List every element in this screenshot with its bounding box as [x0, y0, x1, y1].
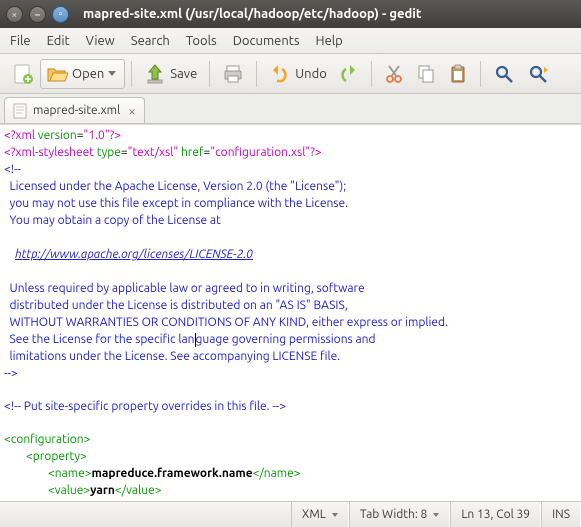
- tab-filename: mapred-site.xml: [33, 104, 120, 117]
- statusbar: XML Tab Width: 8 Ln 13, Col 39 INS: [0, 501, 581, 527]
- text-editor[interactable]: <?xml version="1.0"?> <?xml-stylesheet t…: [0, 124, 581, 501]
- toolbar-separator: [209, 61, 210, 87]
- scissors-icon: [384, 63, 404, 85]
- window-minimize-button[interactable]: –: [29, 6, 46, 23]
- undo-label: Undo: [295, 67, 327, 81]
- save-button[interactable]: Save: [138, 59, 203, 89]
- chevron-down-icon: [332, 513, 338, 517]
- menu-documents[interactable]: Documents: [225, 31, 308, 51]
- document-tab-strip: mapred-site.xml ×: [0, 94, 581, 124]
- copy-button[interactable]: [410, 59, 442, 89]
- status-insert-mode[interactable]: INS: [541, 502, 581, 527]
- menubar: File Edit View Search Tools Documents He…: [0, 28, 581, 54]
- menu-help[interactable]: Help: [308, 31, 351, 51]
- window-title: mapred-site.xml (/usr/local/hadoop/etc/h…: [83, 7, 421, 21]
- toolbar-separator: [256, 61, 257, 87]
- menu-edit[interactable]: Edit: [39, 31, 78, 51]
- find-replace-icon: [527, 63, 551, 85]
- redo-button[interactable]: [333, 59, 365, 89]
- status-tabwidth[interactable]: Tab Width: 8: [349, 502, 450, 527]
- cut-button[interactable]: [378, 59, 410, 89]
- undo-button[interactable]: Undo: [263, 59, 333, 89]
- status-cursor-position: Ln 13, Col 39: [450, 502, 541, 527]
- paste-icon: [448, 63, 468, 85]
- toolbar-separator: [480, 61, 481, 87]
- folder-open-icon: [46, 63, 68, 85]
- toolbar-separator: [371, 61, 372, 87]
- save-icon: [144, 63, 166, 85]
- menu-file[interactable]: File: [2, 31, 39, 51]
- window-close-button[interactable]: ×: [6, 6, 23, 23]
- save-label: Save: [170, 67, 197, 81]
- print-button[interactable]: [216, 59, 250, 89]
- toolbar-separator: [131, 61, 132, 87]
- chevron-down-icon: [433, 513, 439, 517]
- open-label: Open: [72, 67, 104, 81]
- tab-close-icon[interactable]: ×: [128, 103, 136, 119]
- status-language[interactable]: XML: [291, 502, 349, 527]
- open-button[interactable]: Open: [40, 59, 125, 89]
- find-button[interactable]: [487, 59, 521, 89]
- open-dropdown-icon[interactable]: [108, 71, 116, 76]
- new-doc-button[interactable]: [6, 59, 40, 89]
- menu-view[interactable]: View: [78, 31, 123, 51]
- file-icon: [13, 103, 27, 119]
- document-tab[interactable]: mapred-site.xml ×: [4, 97, 145, 123]
- window-maximize-button[interactable]: ▫: [52, 6, 69, 23]
- search-icon: [493, 63, 515, 85]
- copy-icon: [416, 63, 436, 85]
- redo-icon: [339, 63, 359, 85]
- toolbar: Open Save Undo: [0, 54, 581, 94]
- menu-tools[interactable]: Tools: [178, 31, 225, 51]
- menu-search[interactable]: Search: [123, 31, 178, 51]
- find-replace-button[interactable]: [521, 59, 557, 89]
- new-doc-icon: [12, 63, 34, 85]
- undo-icon: [269, 63, 291, 85]
- titlebar: × – ▫ mapred-site.xml (/usr/local/hadoop…: [0, 0, 581, 28]
- printer-icon: [222, 63, 244, 85]
- paste-button[interactable]: [442, 59, 474, 89]
